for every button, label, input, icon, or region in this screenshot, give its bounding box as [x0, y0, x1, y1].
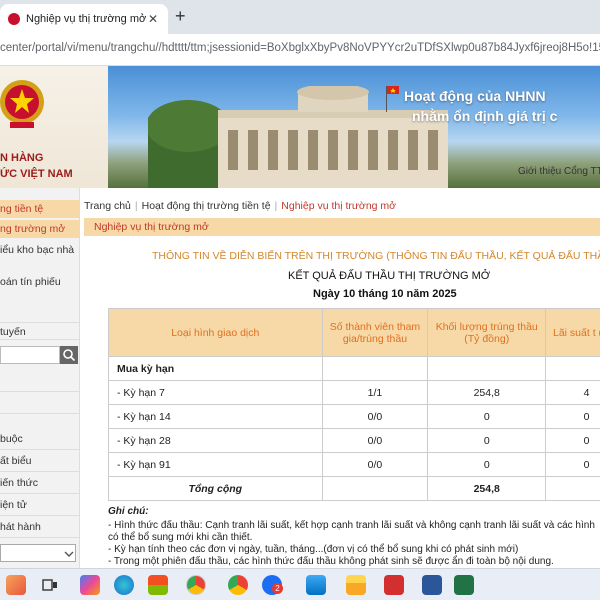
total-volume: 254,8: [427, 476, 547, 501]
row-members: 0/0: [321, 428, 429, 453]
sidebar-row-2[interactable]: [0, 392, 80, 414]
address-bar[interactable]: center/portal/vi/menu/trangchu//hdtttt/t…: [0, 34, 600, 66]
app-icon[interactable]: [306, 575, 326, 595]
screen: Nghiệp vụ thị trường mở ✕ + center/porta…: [0, 0, 600, 600]
banner-headline-1: Hoạt động của NHNN: [404, 88, 546, 104]
row-term: - Kỳ hạn 7: [108, 380, 323, 405]
notification-badge: 2: [272, 583, 283, 594]
table-row: - Kỳ hạn 91 0/0 0 0: [108, 452, 600, 477]
zalo-icon[interactable]: 2: [262, 575, 283, 595]
portal-intro-link[interactable]: Giới thiệu Cổng TT: [518, 166, 600, 177]
header-transaction-type: Loại hình giao dịch: [108, 308, 323, 357]
note-line-2: có thể bổ sung mới khi cần thiết.: [108, 532, 253, 543]
table-row: - Kỳ hạn 28 0/0 0 0: [108, 428, 600, 453]
row-volume: 0: [427, 404, 547, 429]
word-icon[interactable]: [422, 575, 442, 595]
auction-result-title: KẾT QUẢ ĐẤU THẦU THỊ TRƯỜNG MỞ: [288, 270, 491, 282]
row-term: - Kỳ hạn 14: [108, 404, 323, 429]
group-label: Mua kỳ hạn: [108, 356, 323, 381]
sidebar-item-treasury-bills[interactable]: iểu kho bạc nhà: [0, 242, 80, 258]
site-favicon-icon: [8, 13, 20, 25]
sidebar-select[interactable]: [0, 544, 76, 562]
browser-tab[interactable]: Nghiệp vụ thị trường mở ✕: [0, 4, 168, 34]
note-line-1: - Hình thức đấu thầu: Cạnh tranh lãi suấ…: [108, 520, 595, 531]
edge-icon[interactable]: [114, 575, 134, 595]
sidebar-row-1[interactable]: [0, 370, 80, 392]
row-members: 0/0: [321, 404, 429, 429]
acrobat-icon[interactable]: [384, 575, 404, 595]
market-info-title: THÔNG TIN VỀ DIỄN BIẾN TRÊN THỊ TRƯỜNG (…: [152, 250, 600, 262]
banner-headline-2: nhằm ổn định giá trị c: [412, 108, 558, 124]
header-banner: Hoạt động của NHNN nhằm ổn định giá trị …: [108, 66, 600, 188]
tab-title: Nghiệp vụ thị trường mở: [26, 13, 147, 25]
url-text[interactable]: center/portal/vi/menu/trangchu//hdtttt/t…: [0, 42, 600, 54]
row-rate: 0: [545, 428, 600, 453]
auction-result-table: Loại hình giao dịch Số thành viên tham g…: [108, 308, 600, 501]
section-title: Nghiệp vụ thị trường mở: [94, 221, 209, 233]
taskbar: 2: [0, 568, 600, 600]
bank-name-line1: N HÀNG: [0, 152, 44, 164]
row-members: 0/0: [321, 452, 429, 477]
store-icon[interactable]: [148, 575, 168, 595]
left-sidebar: ng tiền tệ ng trường mở iểu kho bạc nhà …: [0, 188, 80, 568]
row-volume: 0: [427, 428, 547, 453]
sidebar-item-online[interactable]: tuyến: [0, 322, 80, 340]
row-rate: 0: [545, 452, 600, 477]
section-header: Nghiệp vụ thị trường mở: [84, 218, 600, 236]
table-header-row: Loại hình giao dịch Số thành viên tham g…: [108, 308, 600, 357]
search-icon: [63, 349, 76, 362]
note-line-4: - Trong một phiên đấu thầu, các hình thứ…: [108, 556, 554, 567]
row-rate: 4: [545, 380, 600, 405]
sidebar-row-electronic[interactable]: iện tử: [0, 494, 80, 516]
row-term: - Kỳ hạn 28: [108, 428, 323, 453]
building-image: [148, 86, 448, 188]
search-button[interactable]: [60, 346, 78, 364]
row-volume: 0: [427, 452, 547, 477]
sidebar-item-money-market[interactable]: ng tiền tệ: [0, 200, 80, 218]
bank-name-line2: ỨC VIỆT NAM: [0, 168, 73, 180]
row-members: 1/1: [321, 380, 429, 405]
file-explorer-icon[interactable]: [346, 575, 366, 595]
weather-widget-icon[interactable]: [6, 575, 26, 595]
sidebar-item-bill-sales[interactable]: oán tín phiếu: [0, 274, 80, 290]
table-total-row: Tổng cộng 254,8: [108, 476, 600, 501]
chrome-icon[interactable]: [186, 575, 206, 595]
table-group-row: Mua kỳ hạn: [108, 356, 600, 381]
table-row: - Kỳ hạn 14 0/0 0 0: [108, 404, 600, 429]
note-line-3: - Kỳ hạn tính theo các đơn vị ngày, tuần…: [108, 544, 519, 555]
task-view-icon[interactable]: [40, 575, 60, 595]
close-tab-icon[interactable]: ✕: [148, 12, 158, 26]
state-emblem-icon: [0, 80, 44, 128]
browser-tab-strip: Nghiệp vụ thị trường mở ✕ +: [0, 0, 600, 34]
breadcrumb-open-market[interactable]: Nghiệp vụ thị trường mở: [281, 200, 396, 212]
new-tab-button[interactable]: +: [175, 6, 186, 27]
breadcrumb: Trang chủ | Hoạt động thị trường tiền tệ | N…: [84, 200, 397, 212]
breadcrumb-home[interactable]: Trang chủ: [84, 200, 131, 212]
sidebar-search-input[interactable]: [0, 346, 60, 364]
sidebar-item-open-market[interactable]: ng trường mở: [0, 220, 80, 238]
site-header: N HÀNG ỨC VIỆT NAM Hoạt động của NHNN nh…: [0, 66, 600, 188]
copilot-icon[interactable]: [80, 575, 100, 595]
table-row: - Kỳ hạn 7 1/1 254,8 4: [108, 380, 600, 405]
sidebar-row-knowledge[interactable]: iến thức: [0, 472, 80, 494]
row-term: - Kỳ hạn 91: [108, 452, 323, 477]
sidebar-row-issuance[interactable]: hát hành: [0, 516, 80, 538]
header-members: Số thành viên tham gia/trúng thầu: [321, 308, 429, 357]
breadcrumb-money-market[interactable]: Hoạt động thị trường tiền tệ: [142, 200, 271, 212]
total-label: Tổng cộng: [108, 476, 323, 501]
row-volume: 254,8: [427, 380, 547, 405]
row-rate: 0: [545, 404, 600, 429]
notes-section: Ghi chú: - Hình thức đấu thầu: Cạnh tran…: [108, 506, 600, 568]
sidebar-row-required[interactable]: buộc: [0, 428, 80, 450]
header-rate: Lãi suất t (%/n: [545, 308, 600, 357]
main-content: Trang chủ | Hoạt động thị trường tiền tệ | N…: [84, 188, 600, 568]
notes-heading: Ghi chú:: [108, 506, 149, 517]
auction-date: Ngày 10 tháng 10 năm 2025: [313, 288, 457, 300]
sidebar-row-tariff[interactable]: ất biểu: [0, 450, 80, 472]
excel-icon[interactable]: [454, 575, 474, 595]
chevron-down-icon: [64, 551, 74, 557]
logo-area[interactable]: N HÀNG ỨC VIỆT NAM: [0, 66, 108, 188]
header-volume: Khối lượng trúng thầu (Tỷ đồng): [427, 308, 547, 357]
chrome-profile-icon[interactable]: [228, 575, 248, 595]
